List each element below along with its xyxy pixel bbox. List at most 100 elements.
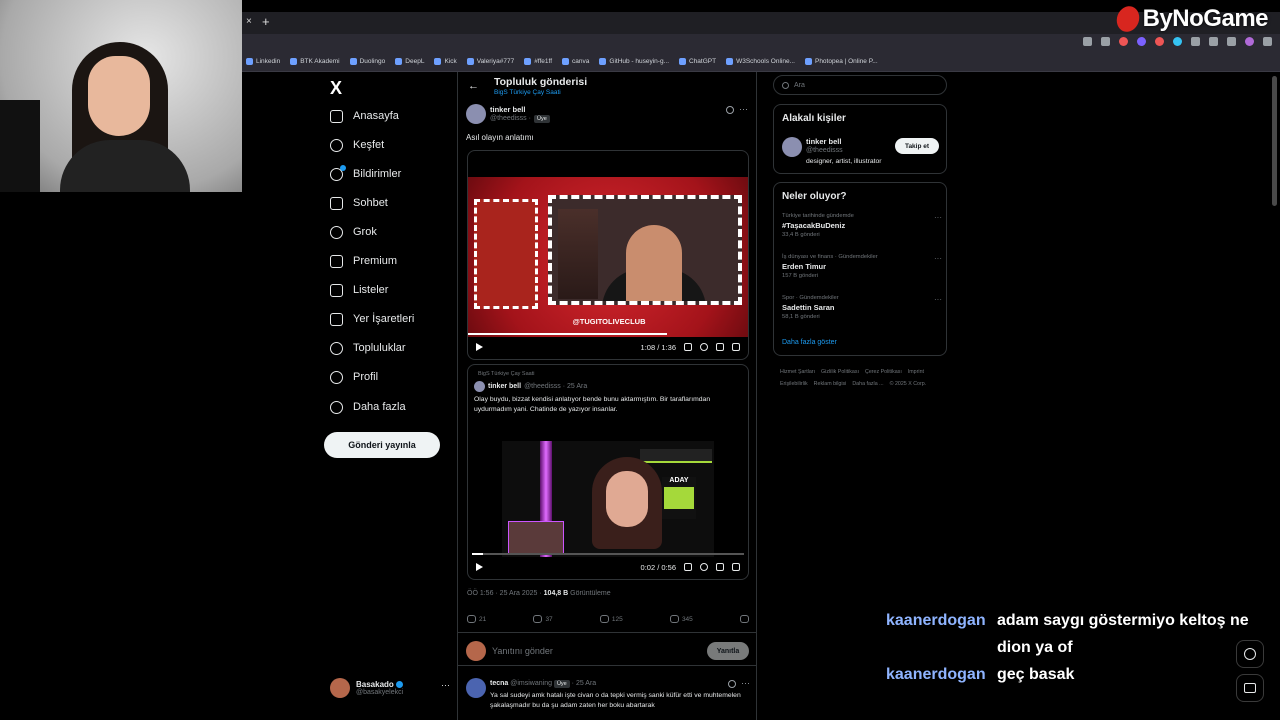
nav-item-notifications[interactable]: Bildirimler — [330, 163, 401, 185]
play-icon[interactable] — [476, 563, 483, 571]
trend-item[interactable]: Spor · Gündemdekiler Sadettin Saran 58,1… — [782, 295, 942, 320]
more-icon[interactable]: ··· — [741, 678, 750, 688]
fullscreen-icon[interactable] — [732, 563, 740, 571]
reply-handle[interactable]: @imsiwaning — [510, 680, 552, 687]
trend-count: 157 B gönderi — [782, 273, 819, 279]
avatar[interactable] — [782, 137, 802, 157]
screen: × + Linkedin BTK Akademi Duolingo DeepL Kick… — [0, 0, 1280, 720]
repost-action[interactable]: 37 — [533, 612, 553, 626]
settings-icon[interactable] — [700, 343, 708, 351]
community-link[interactable]: BigS Türkiye Çay Saati — [494, 89, 561, 96]
quoted-video-frame[interactable]: ADAY — [502, 441, 714, 557]
bookmark-icon — [669, 615, 679, 623]
bookmark-item[interactable]: ChatGPT — [679, 58, 716, 65]
nav-item-explore[interactable]: Keşfet — [330, 134, 384, 156]
trend-more-icon[interactable]: ··· — [934, 213, 942, 222]
footer-link[interactable]: Reklam bilgisi — [814, 378, 847, 390]
quoted-post[interactable]: BigS Türkiye Çay Saati tinker bell @thee… — [467, 364, 749, 580]
page-scrollbar[interactable] — [1272, 76, 1277, 206]
bookmark-star-icon[interactable] — [1101, 37, 1110, 46]
reply-author[interactable]: tecna — [490, 680, 508, 687]
related-handle[interactable]: @theedisss — [806, 147, 843, 154]
nav-item-home[interactable]: Anasayfa — [330, 105, 399, 127]
trend-more-icon[interactable]: ··· — [934, 295, 942, 304]
cast-icon[interactable] — [1083, 37, 1092, 46]
extension-red-icon[interactable] — [1119, 37, 1128, 46]
trend-item[interactable]: İş dünyası ve finans · Gündemdekiler Erd… — [782, 254, 942, 279]
tab-close-button[interactable]: × — [246, 16, 252, 27]
volume-icon[interactable] — [684, 343, 692, 351]
grok-icon[interactable] — [728, 680, 736, 688]
video-player[interactable]: @TUGITOLIVECLUB 1:08 / 1:36 — [467, 150, 749, 360]
footer-link[interactable]: Daha fazla ... — [852, 378, 883, 390]
reply-button[interactable]: Yanıtla — [707, 642, 749, 660]
more-icon[interactable]: ··· — [739, 104, 748, 114]
bookmark-item[interactable]: Duolingo — [349, 58, 385, 65]
account-switcher[interactable]: Basakado @basakyelekci ··· — [330, 674, 456, 702]
trend-item[interactable]: Türkiye tarihinde gündemde #TaşacakBuDen… — [782, 213, 942, 238]
post-handle[interactable]: @theedisss — [490, 115, 527, 122]
back-arrow-icon[interactable]: ← — [468, 80, 479, 92]
bookmark-item[interactable]: #ffe1ff — [524, 58, 552, 65]
nav-item-lists[interactable]: Listeler — [330, 279, 388, 301]
extensions-puzzle-icon[interactable] — [1191, 37, 1200, 46]
footer-link[interactable]: Erişilebilirlik — [780, 378, 808, 390]
nav-item-premium[interactable]: Premium — [330, 250, 397, 272]
reply-input[interactable]: Yanıtını gönder — [492, 646, 553, 656]
extension-blue-icon[interactable] — [1173, 37, 1182, 46]
pip-icon[interactable] — [716, 343, 724, 351]
sidebar-icon[interactable] — [1227, 37, 1236, 46]
bookmark-item[interactable]: canva — [562, 58, 589, 65]
footer-link[interactable]: Gizlilik Politikası — [821, 366, 859, 378]
share-action[interactable] — [740, 612, 749, 626]
post-author[interactable]: tinker bell — [490, 105, 525, 114]
nav-item-profile[interactable]: Profil — [330, 366, 378, 388]
bookmark-item[interactable]: W3Schools Online... — [726, 58, 795, 65]
nav-item-grok[interactable]: Grok — [330, 221, 377, 243]
bookmark-item[interactable]: Valeriya#777 — [466, 58, 514, 65]
bookmark-item[interactable]: DeepL — [395, 58, 424, 65]
account-more-icon[interactable]: ··· — [441, 680, 450, 690]
nav-item-communities[interactable]: Topluluklar — [330, 337, 406, 359]
translate-icon[interactable] — [1209, 37, 1218, 46]
grok-icon[interactable] — [726, 106, 734, 114]
bookmark-item[interactable]: Kick — [434, 58, 457, 65]
fullscreen-icon[interactable] — [732, 343, 740, 351]
footer-link[interactable]: Hizmet Şartları — [780, 366, 815, 378]
bookmark-item[interactable]: Linkedin — [246, 58, 280, 65]
post-button[interactable]: Gönderi yayınla — [324, 432, 440, 458]
bookmark-item[interactable]: BTK Akademi — [290, 58, 340, 65]
bookmark-item[interactable]: Photopea | Online P... — [804, 58, 878, 65]
avatar[interactable] — [466, 104, 486, 124]
grok-floating-button[interactable] — [1236, 640, 1264, 668]
nav-item-bookmarks[interactable]: Yer İşaretleri — [330, 308, 414, 330]
extension-purple-icon[interactable] — [1137, 37, 1146, 46]
play-icon[interactable] — [476, 343, 483, 351]
x-premium-icon — [330, 254, 343, 268]
footer-link[interactable]: Çerez Politikası — [865, 366, 902, 378]
reply-action[interactable]: 21 — [467, 612, 486, 626]
profile-avatar-icon[interactable] — [1245, 37, 1254, 46]
avatar[interactable] — [466, 678, 486, 698]
x-logo-icon[interactable]: X — [330, 78, 342, 99]
show-more-link[interactable]: Daha fazla göster — [782, 339, 837, 346]
nav-item-more[interactable]: Daha fazla — [330, 396, 406, 418]
messages-floating-button[interactable] — [1236, 674, 1264, 702]
settings-icon[interactable] — [700, 563, 708, 571]
browser-menu-icon[interactable] — [1263, 37, 1272, 46]
like-action[interactable]: 125 — [599, 612, 623, 626]
extension-heart-icon[interactable] — [1155, 37, 1164, 46]
bookmark-item[interactable]: GitHub - huseyin-g... — [599, 58, 669, 65]
related-name[interactable]: tinker bell — [806, 137, 841, 146]
trend-more-icon[interactable]: ··· — [934, 254, 942, 263]
volume-icon[interactable] — [684, 563, 692, 571]
page-title: Topluluk gönderisi — [494, 76, 588, 88]
pip-icon[interactable] — [716, 563, 724, 571]
nav-item-messages[interactable]: Sohbet — [330, 192, 388, 214]
bookmark-action[interactable]: 345 — [669, 612, 693, 626]
follow-button[interactable]: Takip et — [895, 138, 939, 154]
new-tab-button[interactable]: + — [262, 14, 270, 29]
reply-text: Ya sal sudeyi amk hatalı işte civan o da… — [490, 692, 741, 709]
search-input[interactable]: Ara — [773, 75, 947, 95]
footer-link[interactable]: Imprint — [908, 366, 924, 378]
